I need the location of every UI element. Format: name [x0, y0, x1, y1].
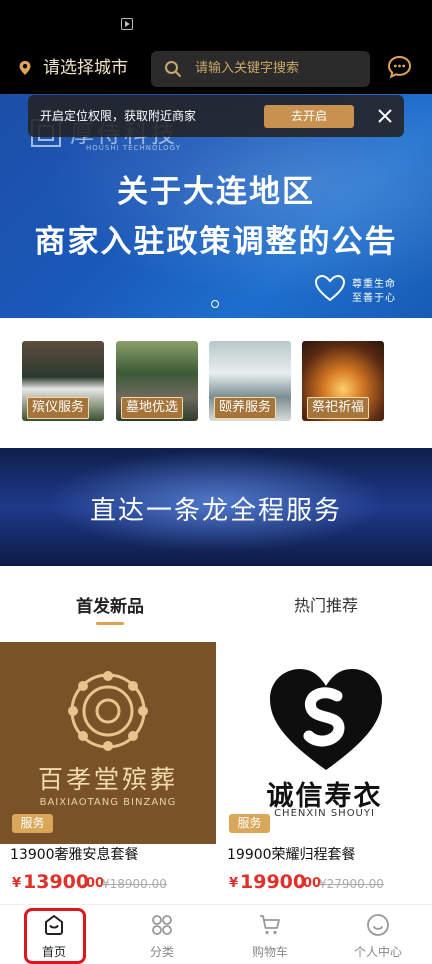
nav-item-cart[interactable]: 购物车	[216, 905, 324, 964]
toast-message: 开启定位权限，获取附近商家	[40, 109, 197, 123]
product-tabs: 首发新品 热门推荐	[0, 566, 432, 642]
carousel-indicator[interactable]	[211, 300, 219, 308]
service-banner[interactable]: 直达一条龙全程服务	[0, 448, 432, 566]
brand-name-en: HOUSHI TECHNOLOGY	[86, 144, 182, 152]
product-price: 13900	[23, 871, 90, 893]
nav-item-category[interactable]: 分类	[108, 905, 216, 964]
product-brand-en: BAIXIAOTANG BINZANG	[39, 797, 177, 808]
service-tag: 服务	[229, 814, 270, 833]
city-selector[interactable]: 请选择城市	[43, 57, 128, 79]
product-name: 13900奢雅安息套餐	[10, 847, 139, 863]
nav-item-home[interactable]: 首页	[0, 905, 108, 964]
active-tab-indicator	[96, 622, 124, 625]
flower-pattern-logo	[68, 671, 148, 751]
close-icon[interactable]	[376, 107, 394, 125]
heart-logo-icon	[270, 669, 382, 770]
service-banner-text: 直达一条龙全程服务	[89, 496, 342, 526]
nav-label: 分类	[149, 945, 174, 959]
media-playing-icon	[121, 18, 133, 30]
category-elderly-care[interactable]: 颐养服务	[209, 341, 291, 421]
slogan-line1: 尊重生命	[352, 279, 396, 290]
header: 请选择城市 请输入关键字搜索	[0, 40, 432, 94]
category-label: 殡仪服务	[27, 397, 90, 419]
location-pin-icon[interactable]	[17, 60, 33, 76]
search-placeholder: 请输入关键字搜索	[195, 61, 300, 76]
nav-label: 个人中心	[353, 945, 402, 959]
category-label: 颐养服务	[214, 397, 277, 419]
message-icon[interactable]	[387, 55, 412, 79]
banner-title-line2: 商家入驻政策调整的公告	[34, 224, 398, 260]
enable-location-button[interactable]: 去开启	[264, 105, 354, 128]
banner-title-line1: 关于大连地区	[117, 174, 315, 210]
category-label: 祭祀祈福	[307, 397, 370, 419]
tab-hot-recommend[interactable]: 热门推荐	[266, 592, 386, 616]
search-input[interactable]: 请输入关键字搜索	[151, 51, 370, 87]
category-memorial-prayer[interactable]: 祭祀祈福	[302, 341, 384, 421]
category-label: 墓地优选	[121, 397, 184, 419]
status-bar	[0, 0, 432, 40]
product-image: 百孝堂殡葬 BAIXIAOTANG BINZANG 服务	[0, 642, 216, 844]
product-brand: 百孝堂殡葬	[37, 765, 178, 794]
category-funeral-service[interactable]: 殡仪服务	[22, 341, 104, 421]
category-icon	[152, 915, 172, 935]
tab-new-products[interactable]: 首发新品	[50, 592, 170, 617]
bottom-nav: 首页 分类 购物车 个人中心	[0, 904, 432, 964]
cart-icon	[260, 915, 280, 935]
product-price: 19900	[240, 871, 307, 893]
search-icon	[165, 61, 181, 77]
product-image: 诚信寿衣 CHENXIN SHOUYI 服务	[217, 642, 432, 844]
nav-item-profile[interactable]: 个人中心	[324, 905, 432, 964]
price-decimal: .00	[298, 876, 322, 891]
profile-icon	[367, 914, 389, 936]
price-decimal: .00	[81, 876, 105, 891]
service-tag: 服务	[12, 814, 53, 833]
product-card[interactable]: 百孝堂殡葬 BAIXIAOTANG BINZANG 服务 13900奢雅安息套餐…	[0, 642, 216, 904]
highlight-box	[24, 908, 86, 964]
price-currency: ¥	[12, 876, 22, 891]
product-card[interactable]: 诚信寿衣 CHENXIN SHOUYI 服务 19900荣耀归程套餐 ¥ 199…	[217, 642, 432, 904]
original-price: ¥27900.00	[319, 877, 384, 891]
product-name: 19900荣耀归程套餐	[227, 847, 356, 863]
price-currency: ¥	[229, 876, 239, 891]
category-grid: 殡仪服务 墓地优选 颐养服务 祭祀祈福	[0, 318, 432, 448]
location-permission-toast: 开启定位权限，获取附近商家 去开启	[28, 95, 404, 137]
original-price: ¥18900.00	[102, 877, 167, 891]
nav-label: 购物车	[251, 945, 288, 959]
heart-hands-icon	[314, 274, 346, 302]
category-cemetery[interactable]: 墓地优选	[116, 341, 198, 421]
slogan-line2: 至善于心	[352, 293, 396, 304]
